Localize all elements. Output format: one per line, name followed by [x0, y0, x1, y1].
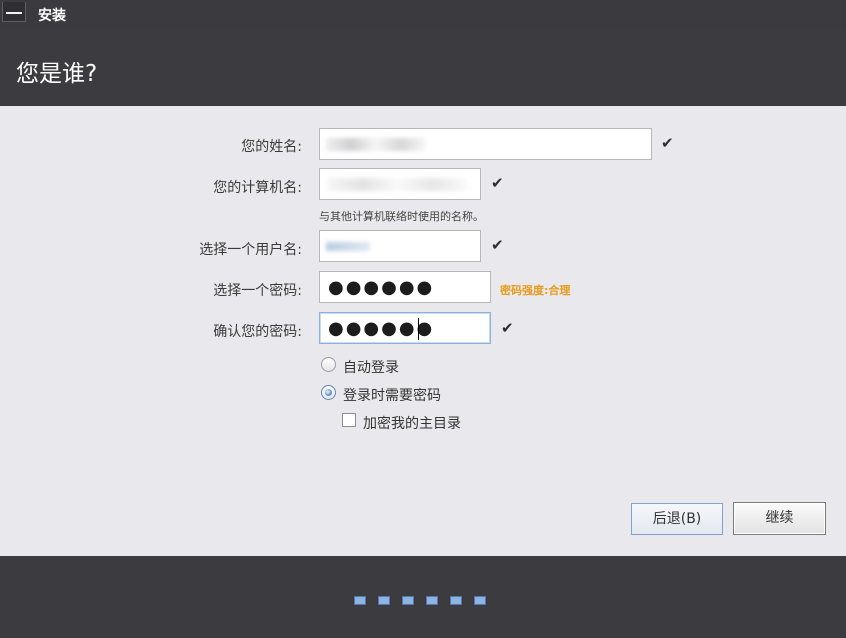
- step-dot-icon: [402, 596, 414, 605]
- require-password-label[interactable]: 登录时需要密码: [343, 385, 441, 405]
- confirm-password-label: 确认您的密码:: [213, 324, 302, 340]
- title-bar: 安装: [0, 0, 846, 28]
- step-dot-icon: [378, 596, 390, 605]
- username-field[interactable]: [319, 230, 481, 262]
- window-menu-icon[interactable]: [0, 0, 28, 26]
- step-dot-icon: [426, 596, 438, 605]
- step-indicator: [354, 596, 486, 605]
- computer-name-valid-check-icon: ✔: [491, 174, 504, 192]
- auto-login-radio[interactable]: [321, 357, 336, 372]
- password-label: 选择一个密码:: [213, 283, 302, 299]
- confirm-password-valid-check-icon: ✔: [501, 319, 514, 337]
- name-valid-check-icon: ✔: [661, 134, 674, 152]
- password-value: ●●●●●●: [328, 277, 435, 298]
- name-label: 您的姓名:: [241, 139, 302, 155]
- name-field[interactable]: [319, 128, 652, 160]
- back-button[interactable]: 后退(B): [631, 503, 723, 535]
- computer-name-label: 您的计算机名:: [213, 180, 302, 196]
- username-valid-check-icon: ✔: [491, 236, 504, 254]
- step-dot-icon: [474, 596, 486, 605]
- require-password-radio[interactable]: [321, 385, 336, 400]
- step-dot-icon: [450, 596, 462, 605]
- username-label: 选择一个用户名:: [199, 242, 302, 258]
- encrypt-home-checkbox[interactable]: [342, 413, 356, 427]
- computer-name-field[interactable]: [319, 168, 481, 200]
- step-dot-icon: [354, 596, 366, 605]
- encrypt-home-label[interactable]: 加密我的主目录: [363, 413, 461, 433]
- page-header: 您是谁?: [0, 28, 846, 106]
- page-title: 您是谁?: [16, 61, 98, 87]
- computer-name-hint: 与其他计算机联络时使用的名称。: [319, 210, 484, 223]
- footer: [0, 556, 846, 638]
- user-setup-form: 您的姓名: ✔ 您的计算机名: ✔ 与其他计算机联络时使用的名称。 选择一个用户…: [0, 106, 846, 556]
- confirm-password-field[interactable]: ●●●●●●: [319, 312, 491, 344]
- window-title: 安装: [38, 8, 66, 24]
- auto-login-label[interactable]: 自动登录: [343, 357, 399, 377]
- continue-button[interactable]: 继续: [733, 502, 826, 535]
- text-caret: [418, 318, 419, 340]
- password-strength-indicator: 密码强度:合理: [500, 284, 571, 297]
- password-field[interactable]: ●●●●●●: [319, 271, 491, 303]
